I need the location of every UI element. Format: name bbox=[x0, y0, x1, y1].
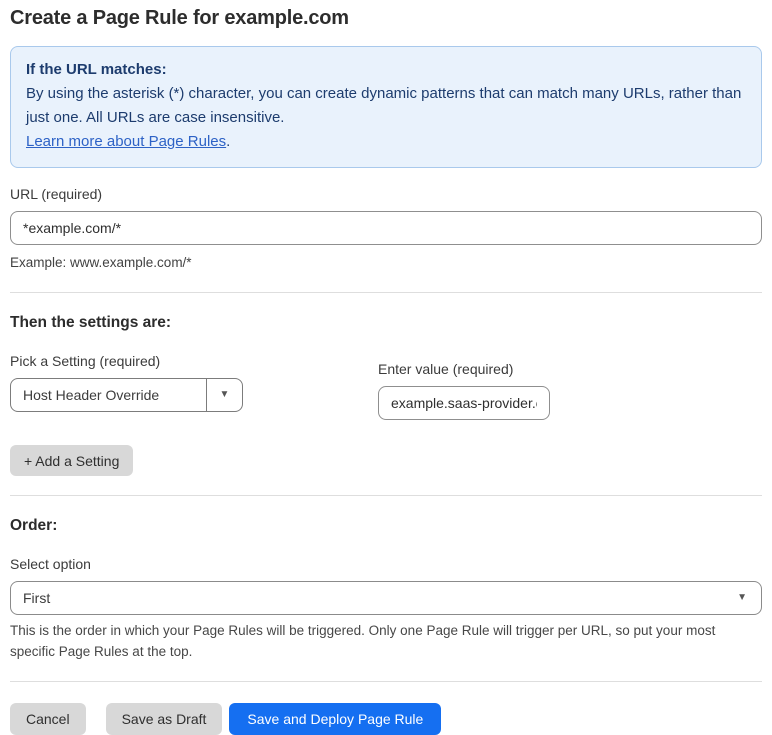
page-title: Create a Page Rule for example.com bbox=[10, 7, 349, 29]
save-and-deploy-button[interactable]: Save and Deploy Page Rule bbox=[229, 703, 442, 735]
pick-setting-column: Pick a Setting (required) Host Header Ov… bbox=[10, 353, 243, 412]
setting-select-value: Host Header Override bbox=[23, 387, 160, 403]
order-helper-text: This is the order in which your Page Rul… bbox=[10, 623, 716, 659]
learn-more-page-rules-link[interactable]: Learn more about Page Rules bbox=[26, 133, 226, 150]
save-as-draft-button[interactable]: Save as Draft bbox=[105, 703, 223, 735]
setting-value-input[interactable] bbox=[378, 386, 550, 420]
info-box-body: By using the asterisk (*) character, you… bbox=[26, 85, 742, 126]
select-option-label: Select option bbox=[10, 556, 91, 572]
footer-actions: Cancel Save as Draft Save and Deploy Pag… bbox=[10, 703, 762, 735]
info-box-heading: If the URL matches: bbox=[26, 61, 167, 78]
chevron-down-icon: ▼ bbox=[219, 389, 230, 400]
chevron-down-icon: ▼ bbox=[737, 592, 747, 603]
pick-setting-label: Pick a Setting (required) bbox=[10, 353, 161, 369]
url-input[interactable] bbox=[10, 211, 762, 245]
order-section-heading: Order: bbox=[10, 517, 58, 534]
url-example-helper: Example: www.example.com/* bbox=[10, 255, 192, 270]
url-field-group: URL (required) Example: www.example.com/… bbox=[10, 186, 762, 273]
info-box-link-line: Learn more about Page Rules. bbox=[26, 130, 746, 154]
section-divider bbox=[10, 681, 762, 682]
create-page-rule-form: Create a Page Rule for example.com If th… bbox=[0, 0, 772, 735]
link-period: . bbox=[226, 133, 231, 150]
settings-row: Pick a Setting (required) Host Header Ov… bbox=[10, 353, 762, 420]
setting-select-caret-button[interactable]: ▼ bbox=[206, 379, 242, 411]
url-label: URL (required) bbox=[10, 186, 103, 202]
enter-value-column: Enter value (required) bbox=[378, 361, 550, 420]
order-select[interactable]: First ▼ bbox=[10, 581, 762, 615]
settings-section-heading: Then the settings are: bbox=[10, 314, 172, 331]
add-setting-button[interactable]: + Add a Setting bbox=[10, 445, 134, 476]
order-field-group: Select option First ▼ This is the order … bbox=[10, 556, 762, 662]
enter-value-label: Enter value (required) bbox=[378, 361, 514, 377]
setting-select[interactable]: Host Header Override ▼ bbox=[10, 378, 243, 412]
cancel-button[interactable]: Cancel bbox=[10, 703, 86, 735]
order-select-value: First bbox=[23, 590, 51, 606]
url-matches-info-box: If the URL matches: By using the asteris… bbox=[10, 46, 762, 168]
section-divider bbox=[10, 495, 762, 496]
section-divider bbox=[10, 292, 762, 293]
